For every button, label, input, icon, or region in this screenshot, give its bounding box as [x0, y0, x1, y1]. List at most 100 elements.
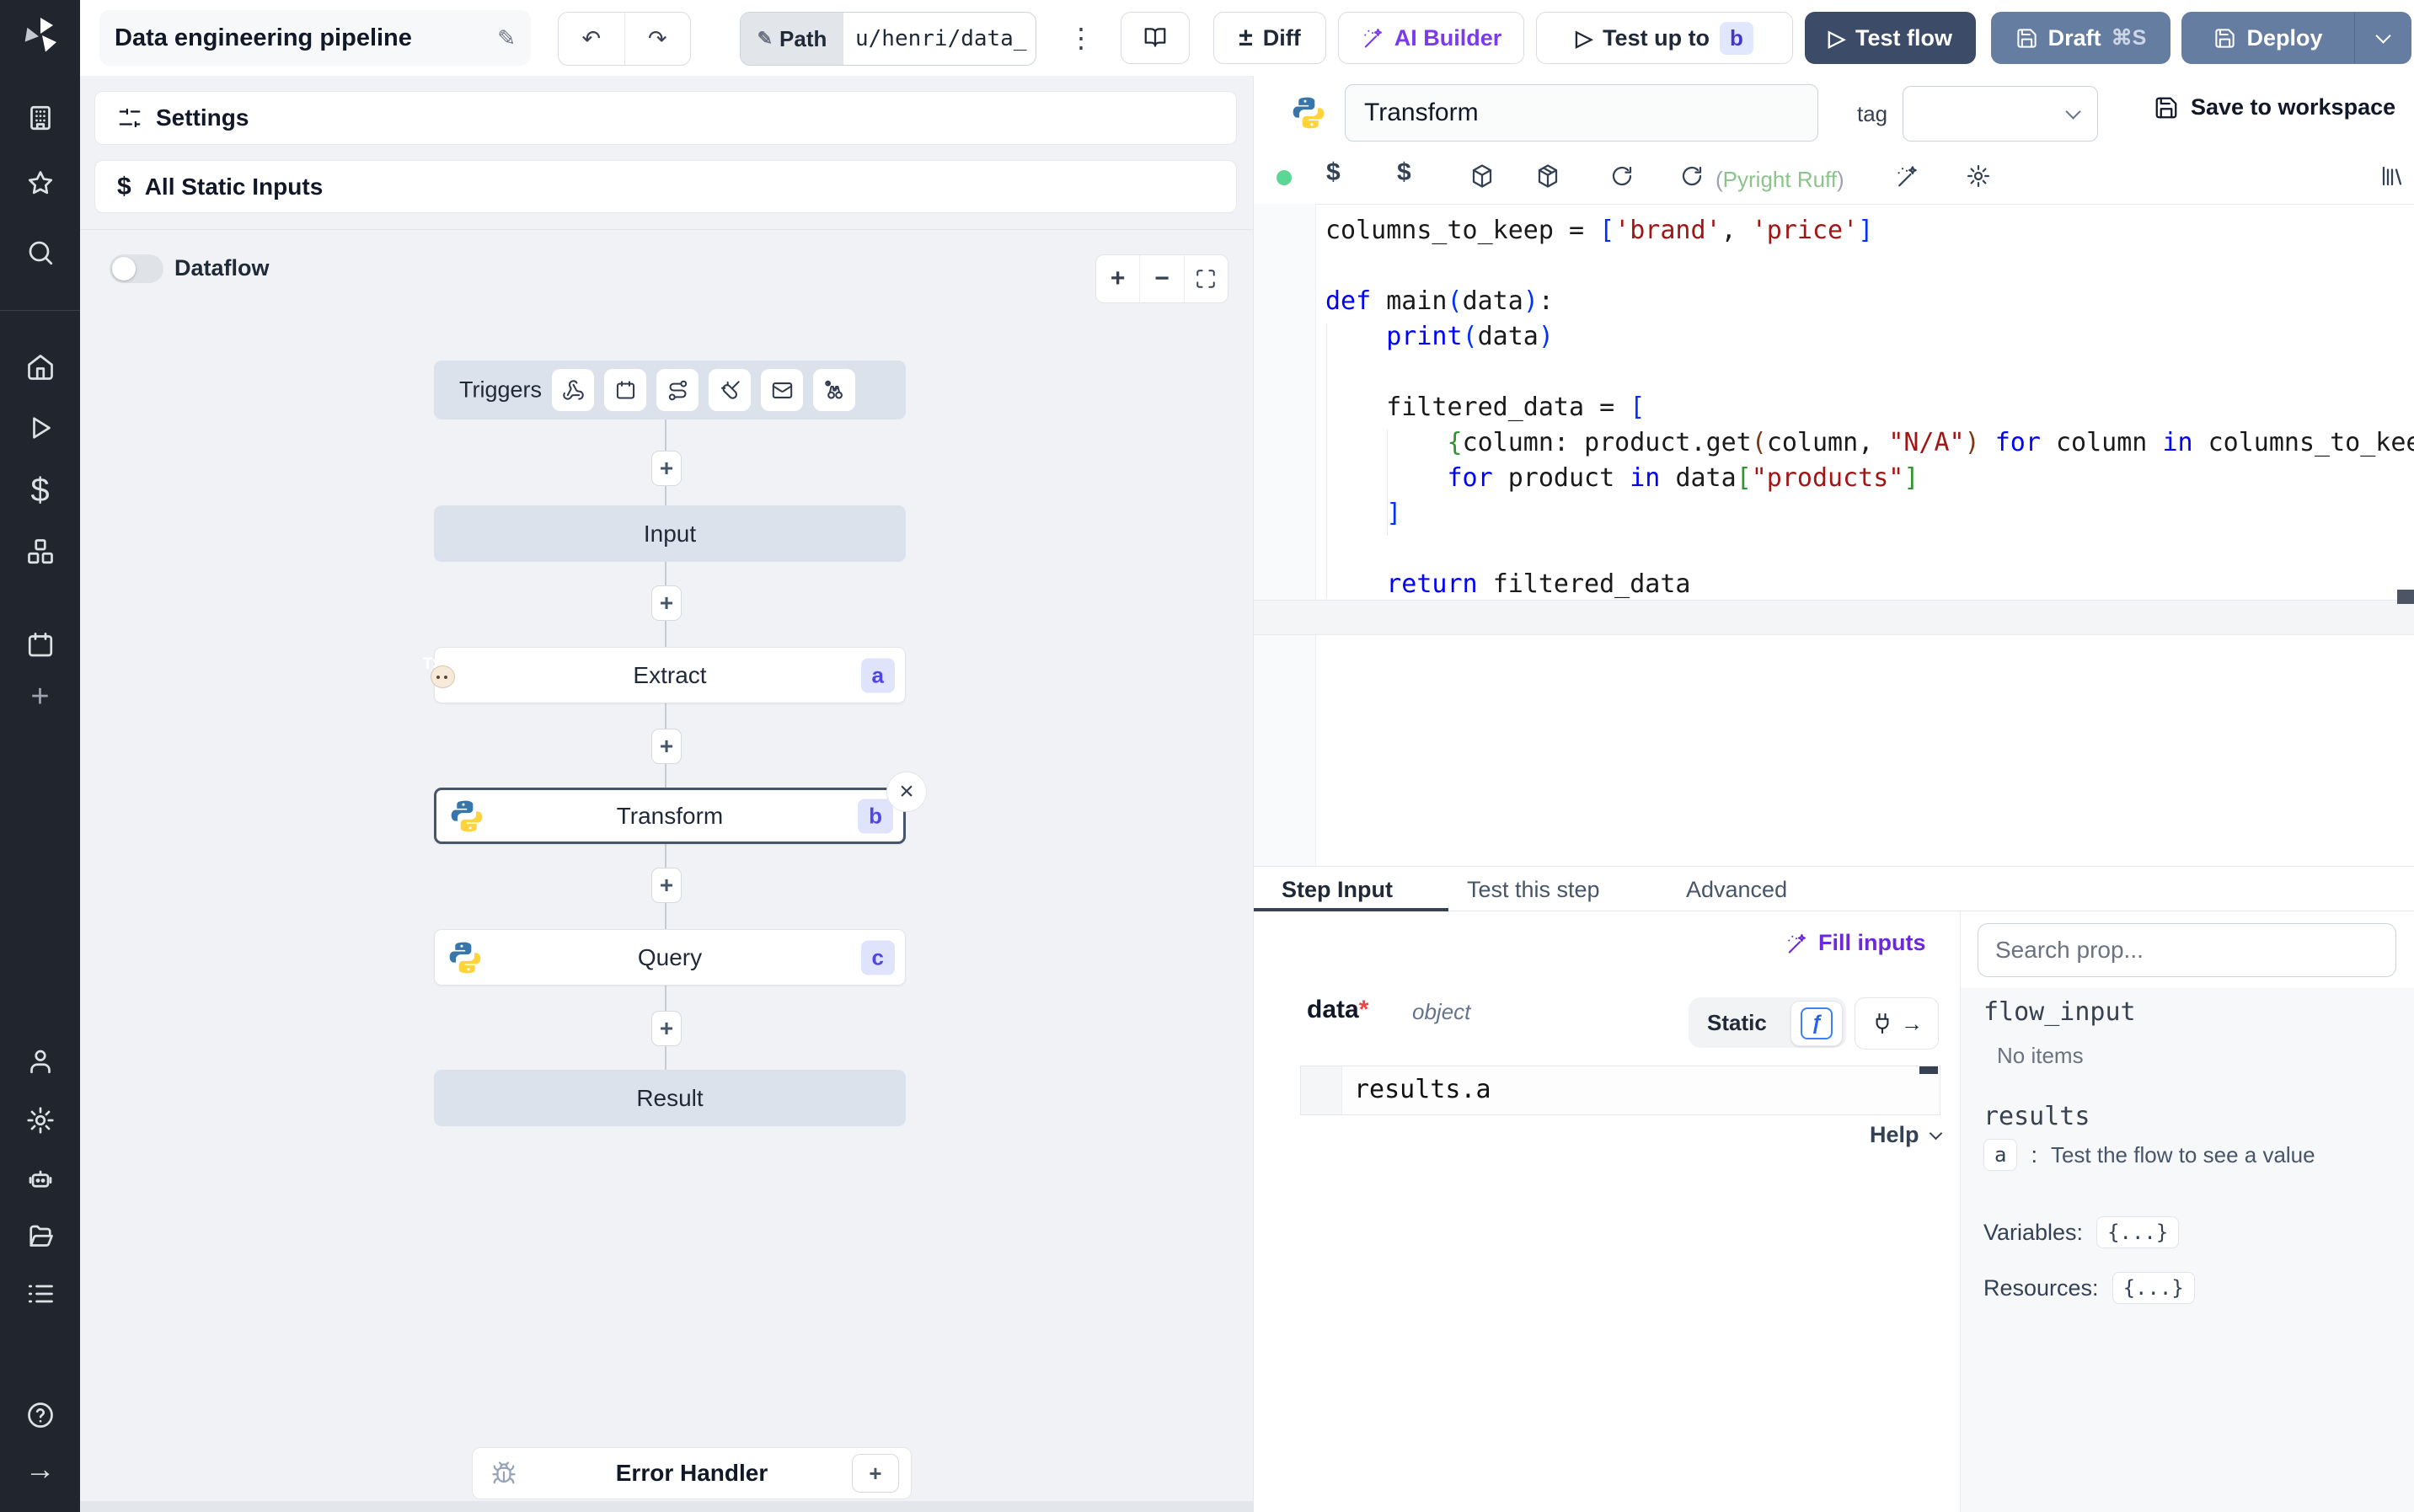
home-icon[interactable]: [25, 352, 56, 382]
triggers-node[interactable]: Triggers: [434, 361, 906, 419]
expression-editor[interactable]: results.a: [1300, 1066, 1940, 1115]
help-icon[interactable]: [25, 1400, 56, 1430]
resources-icon[interactable]: [25, 537, 56, 567]
add-step-button[interactable]: +: [651, 451, 682, 486]
tab-step-input[interactable]: Step Input: [1282, 877, 1393, 903]
ai-wand-icon[interactable]: [1894, 163, 1919, 189]
save-to-workspace-button[interactable]: Save to workspace: [2154, 94, 2395, 120]
expression-scrollbar: [1919, 1066, 1938, 1074]
input-node[interactable]: Input: [434, 505, 906, 562]
result-item[interactable]: a : Test the flow to see a value: [1983, 1139, 2315, 1171]
expand-icon[interactable]: →: [25, 1454, 56, 1484]
input-mode-toggle[interactable]: Static ƒ: [1689, 997, 1846, 1048]
deploy-button[interactable]: Deploy: [2181, 12, 2411, 64]
add-step-button[interactable]: +: [651, 729, 682, 764]
test-up-to-button[interactable]: ▷ Test up to b: [1536, 12, 1793, 64]
add-step-button[interactable]: +: [651, 585, 682, 621]
reset-icon[interactable]: [1679, 163, 1705, 189]
arg-name: data*: [1307, 996, 1369, 1023]
input-node-label: Input: [643, 520, 697, 547]
save-icon: [2215, 28, 2235, 48]
function-icon: ƒ: [1801, 1007, 1833, 1039]
test-flow-button[interactable]: ▷ Test flow: [1805, 12, 1976, 64]
tab-test-this-step[interactable]: Test this step: [1467, 877, 1600, 903]
path-value[interactable]: u/henri/data_: [843, 13, 1036, 65]
extract-node[interactable]: TS Extract a: [423, 647, 906, 703]
variables-chip[interactable]: {...}: [2096, 1216, 2180, 1248]
error-handler-node[interactable]: Error Handler +: [472, 1447, 912, 1499]
add-step-button[interactable]: +: [651, 868, 682, 903]
docs-button[interactable]: [1121, 12, 1190, 64]
dataflow-toggle[interactable]: [110, 254, 163, 283]
webhook-icon[interactable]: [552, 369, 594, 411]
user-icon[interactable]: [25, 1046, 56, 1077]
results-prop[interactable]: results: [1983, 1102, 2090, 1131]
close-step-button[interactable]: ×: [886, 772, 927, 812]
fill-inputs-button[interactable]: Fill inputs: [1785, 930, 1926, 956]
flow-settings-bar[interactable]: Settings: [94, 91, 1237, 145]
tag-select[interactable]: [1903, 86, 2098, 142]
zoom-in-button[interactable]: +: [1096, 255, 1141, 302]
schedule-icon[interactable]: [604, 369, 646, 411]
folders-icon[interactable]: [25, 1221, 56, 1252]
expression-gutter: [1301, 1066, 1342, 1114]
variable-icon[interactable]: $: [1326, 158, 1341, 187]
workers-icon[interactable]: [25, 1164, 56, 1194]
code-editor[interactable]: columns_to_keep = ['brand', 'price'] def…: [1325, 213, 2414, 602]
workspace-icon[interactable]: [25, 103, 56, 133]
diff-button[interactable]: ± Diff: [1213, 12, 1326, 64]
favorites-icon[interactable]: [25, 168, 56, 199]
edit-title-icon[interactable]: ✎: [497, 25, 516, 51]
result-key-chip: a: [1983, 1139, 2018, 1171]
resources-chip[interactable]: {...}: [2112, 1272, 2195, 1304]
websocket-icon[interactable]: [709, 369, 751, 411]
ai-builder-button[interactable]: AI Builder: [1338, 12, 1524, 64]
redo-button[interactable]: ↷: [625, 13, 691, 65]
all-static-inputs-bar[interactable]: $ All Static Inputs: [94, 160, 1237, 213]
help-toggle[interactable]: Help: [1870, 1122, 1942, 1148]
editor-settings-icon[interactable]: [1966, 163, 1991, 189]
zoom-out-button[interactable]: −: [1140, 255, 1185, 302]
add-error-handler-button[interactable]: +: [852, 1454, 899, 1493]
variables-row: Variables: {...}: [1983, 1216, 2180, 1248]
search-prop-input[interactable]: [1978, 923, 2396, 977]
query-node[interactable]: Query c: [434, 929, 906, 986]
email-icon[interactable]: [761, 369, 803, 411]
kebab-menu-icon[interactable]: ⋮: [1064, 12, 1098, 64]
windmill-logo[interactable]: [20, 15, 61, 56]
route-icon[interactable]: [656, 369, 699, 411]
sidebar-divider: [0, 310, 80, 311]
reload-icon[interactable]: [1609, 163, 1635, 189]
step-name-input[interactable]: [1345, 84, 1818, 142]
path-chip[interactable]: ✎ Path u/henri/data_: [740, 12, 1036, 66]
settings-icon[interactable]: [25, 1105, 56, 1135]
expression-value[interactable]: results.a: [1354, 1075, 1491, 1104]
transform-node[interactable]: Transform b: [434, 788, 906, 844]
ai-builder-label: AI Builder: [1394, 24, 1502, 51]
static-mode-label: Static: [1707, 1009, 1767, 1035]
connect-input-button[interactable]: →: [1855, 997, 1939, 1050]
logs-icon[interactable]: [25, 1279, 56, 1309]
tab-advanced[interactable]: Advanced: [1686, 877, 1787, 903]
fit-view-button[interactable]: [1185, 255, 1228, 302]
flow-input-prop[interactable]: flow_input: [1983, 997, 2136, 1027]
javascript-expr-mode-button[interactable]: ƒ: [1790, 1001, 1843, 1046]
add-step-button[interactable]: +: [651, 1011, 682, 1046]
static-variable-icon[interactable]: $: [1397, 158, 1411, 187]
variables-icon[interactable]: $: [30, 473, 49, 507]
lint-status: (Pyright Ruff): [1715, 167, 1844, 192]
library-icon[interactable]: [2379, 163, 2405, 189]
runs-icon[interactable]: [25, 413, 56, 443]
undo-button[interactable]: ↶: [559, 13, 625, 65]
schedules-icon[interactable]: [25, 630, 56, 660]
package-icon[interactable]: [1535, 163, 1560, 189]
plug-icon: [1876, 1012, 1889, 1034]
play-icon: ▷: [1576, 24, 1593, 51]
deploy-dropdown[interactable]: [2354, 13, 2411, 63]
draft-button[interactable]: Draft ⌘S: [1991, 12, 2170, 64]
result-node[interactable]: Result: [434, 1070, 906, 1126]
package-icon[interactable]: [1469, 163, 1495, 189]
poll-icon[interactable]: [813, 369, 855, 411]
search-icon[interactable]: [25, 238, 56, 268]
add-icon[interactable]: +: [30, 681, 49, 713]
